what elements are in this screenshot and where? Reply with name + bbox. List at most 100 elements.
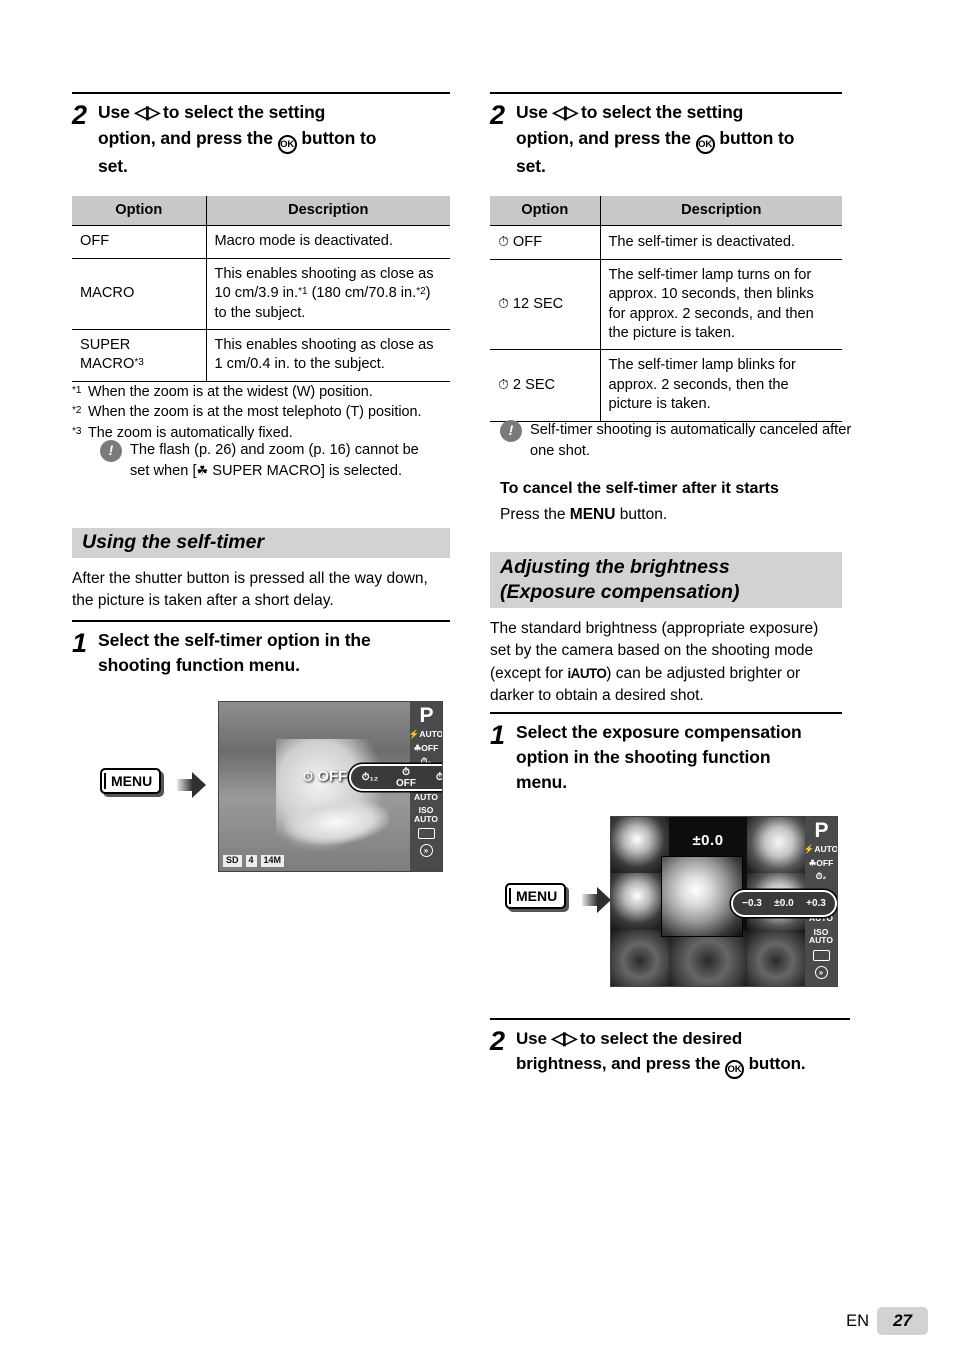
- table-row: OFF Macro mode is deactivated.: [72, 225, 450, 259]
- step-number: 1: [72, 628, 88, 658]
- option-zero[interactable]: ±0.0: [771, 898, 797, 909]
- timer-icon: ⏱: [498, 376, 509, 393]
- iso-setting[interactable]: ISO AUTO: [809, 927, 833, 945]
- step-text-part: Use: [516, 102, 553, 122]
- flow-arrow-1: [177, 772, 207, 798]
- menu-button-icon[interactable]: MENU: [100, 768, 162, 794]
- step-text-part: to select the setting: [158, 102, 326, 122]
- divider: [72, 92, 450, 94]
- cell-description: The self-timer is deactivated.: [600, 225, 842, 260]
- arrow-keys-icon: ◁▷: [134, 102, 161, 122]
- option-minus-03[interactable]: −0.3: [739, 898, 765, 909]
- menu-key-graphic-1: MENU: [100, 768, 162, 794]
- lcd-exposure-selector-bar: −0.3 ±0.0 +0.3: [731, 890, 837, 917]
- right-step-2: 2 Use ◁▷ to select the setting option, a…: [490, 92, 842, 178]
- timer-icon: ⏱: [498, 233, 509, 250]
- option-2sec[interactable]: ⏱₂: [429, 772, 442, 783]
- step-text: Use ◁▷ to select the setting option, and…: [98, 100, 376, 178]
- step-text-part: button to: [296, 127, 377, 148]
- macro-setting-icon[interactable]: ☘OFF: [414, 743, 439, 753]
- lcd-current-setting-label: ⏱ OFF: [303, 768, 348, 785]
- iauto-mode-icon: iAUTO: [567, 665, 607, 681]
- lcd-preview-self-timer: P ⚡AUTO ☘OFF ⏱₂ ±0.0 WBAUTO ISOAUTO » ⏱ …: [218, 701, 443, 872]
- flash-setting-icon[interactable]: ⚡AUTO: [409, 730, 442, 739]
- menu-key-graphic-2: MENU: [505, 883, 567, 909]
- warning-icon: !: [100, 440, 122, 462]
- arrow-right-icon: [582, 887, 612, 913]
- cell-description: This enables shooting as close as 10 cm/…: [206, 258, 450, 331]
- ok-button-icon: OK: [277, 134, 297, 154]
- more-options-icon[interactable]: »: [814, 965, 828, 979]
- flow-arrow-2: [582, 887, 612, 913]
- note-text: The flash (p. 26) and zoom (p. 16) canno…: [130, 442, 419, 479]
- table-header-description: Description: [206, 196, 450, 227]
- step-text-part: to select the setting: [576, 102, 744, 122]
- divider: [490, 1018, 850, 1020]
- step-number: 2: [490, 100, 506, 130]
- step-text: Use ◁▷ to select the setting option, and…: [516, 100, 794, 178]
- divider: [490, 712, 842, 714]
- step-number: 2: [72, 100, 88, 130]
- drive-mode-icon[interactable]: [812, 949, 830, 961]
- step-number: 2: [490, 1026, 506, 1056]
- left-step-1: 1 Select the self-timer option in the sh…: [72, 620, 450, 678]
- arrow-keys-icon: ◁▷: [551, 1028, 578, 1048]
- iso-setting[interactable]: ISO AUTO: [414, 806, 438, 823]
- step-text-line: shooting function menu.: [98, 654, 300, 675]
- right-note-callout: ! Self-timer shooting is automatically c…: [500, 420, 852, 461]
- left-step-2: 2 Use ◁▷ to select the setting option, a…: [72, 92, 450, 178]
- page-number: 27: [877, 1307, 928, 1335]
- cell-option: OFF: [72, 225, 207, 259]
- cell-option: ⏱ 2 SEC: [490, 349, 601, 422]
- footnote-mark: *1: [72, 385, 82, 396]
- self-timer-setting-icon[interactable]: ⏱₂: [816, 872, 826, 881]
- step-text-part: button.: [744, 1053, 806, 1073]
- step-text-part: button to: [714, 127, 795, 148]
- footnote-item: *2 When the zoom is at the most telephot…: [72, 402, 452, 422]
- note-text: Self-timer shooting is automatically can…: [530, 422, 852, 459]
- option-12sec[interactable]: ⏱₁₂: [357, 772, 383, 783]
- arrow-right-icon: [177, 772, 207, 798]
- step-text: Select the exposure compensation option …: [516, 720, 802, 795]
- footnote-text: When the zoom is at the most telephoto (…: [88, 404, 422, 421]
- step-text-line: Select the exposure compensation: [516, 722, 802, 742]
- step-text-part: option, and press the: [98, 127, 278, 148]
- step-text-part: option, and press the: [516, 127, 696, 148]
- step-text: Select the self-timer option in the shoo…: [98, 628, 371, 678]
- table-header-description: Description: [600, 196, 842, 227]
- ok-button-icon: OK: [725, 1059, 745, 1079]
- language-label: EN: [846, 1311, 870, 1330]
- image-size-badge: 14M: [260, 855, 285, 867]
- arrow-keys-icon: ◁▷: [552, 102, 579, 122]
- cancel-heading: To cancel the self-timer after it starts: [500, 480, 779, 497]
- timer-icon: ⏱: [498, 295, 509, 312]
- option-plus-03[interactable]: +0.3: [803, 898, 829, 909]
- table-row: ⏱ 12 SEC The self-timer lamp turns on for…: [490, 259, 842, 351]
- cell-description: The self-timer lamp turns on for approx.…: [600, 259, 842, 351]
- drive-mode-icon[interactable]: [417, 828, 435, 839]
- option-off[interactable]: ⏱OFF: [393, 767, 419, 789]
- macro-setting-icon[interactable]: ☘OFF: [809, 858, 834, 868]
- section-heading: Adjusting the brightness (Exposure compe…: [490, 552, 842, 608]
- section-self-timer: Using the self-timer: [72, 528, 450, 558]
- step-text-part: to select the desired: [575, 1029, 743, 1048]
- section-heading: Using the self-timer: [72, 528, 450, 558]
- step-text-part: set.: [98, 155, 128, 176]
- cell-option: ⏱ OFF: [490, 225, 601, 260]
- left-note-callout: ! The flash (p. 26) and zoom (p. 16) can…: [100, 440, 430, 481]
- more-options-icon[interactable]: »: [419, 844, 433, 857]
- cell-description: This enables shooting as close as 1 cm/0…: [206, 329, 450, 382]
- table-row: ⏱ 2 SEC The self-timer lamp blinks for ap…: [490, 349, 842, 422]
- self-timer-options-table: Option Description ⏱ OFF The self-timer i…: [490, 196, 842, 422]
- footnote-text: When the zoom is at the widest (W) posit…: [88, 384, 373, 400]
- manual-page: 2 Use ◁▷ to select the setting option, a…: [0, 0, 954, 1357]
- section-exposure-compensation: Adjusting the brightness (Exposure compe…: [490, 552, 842, 608]
- menu-button-icon[interactable]: MENU: [505, 883, 567, 909]
- self-timer-intro: After the shutter button is pressed all …: [72, 570, 428, 610]
- footnote-mark: *2: [72, 405, 82, 417]
- cell-option: ⏱ 12 SEC: [490, 259, 601, 351]
- flash-setting-icon[interactable]: ⚡AUTO: [804, 845, 837, 854]
- lcd-status-badges: SD 4 14M: [223, 855, 285, 867]
- exposure-intro: The standard brightness (appropriate exp…: [490, 620, 819, 705]
- right-step-2b: 2 Use ◁▷ to select the desired brightnes…: [490, 1018, 850, 1079]
